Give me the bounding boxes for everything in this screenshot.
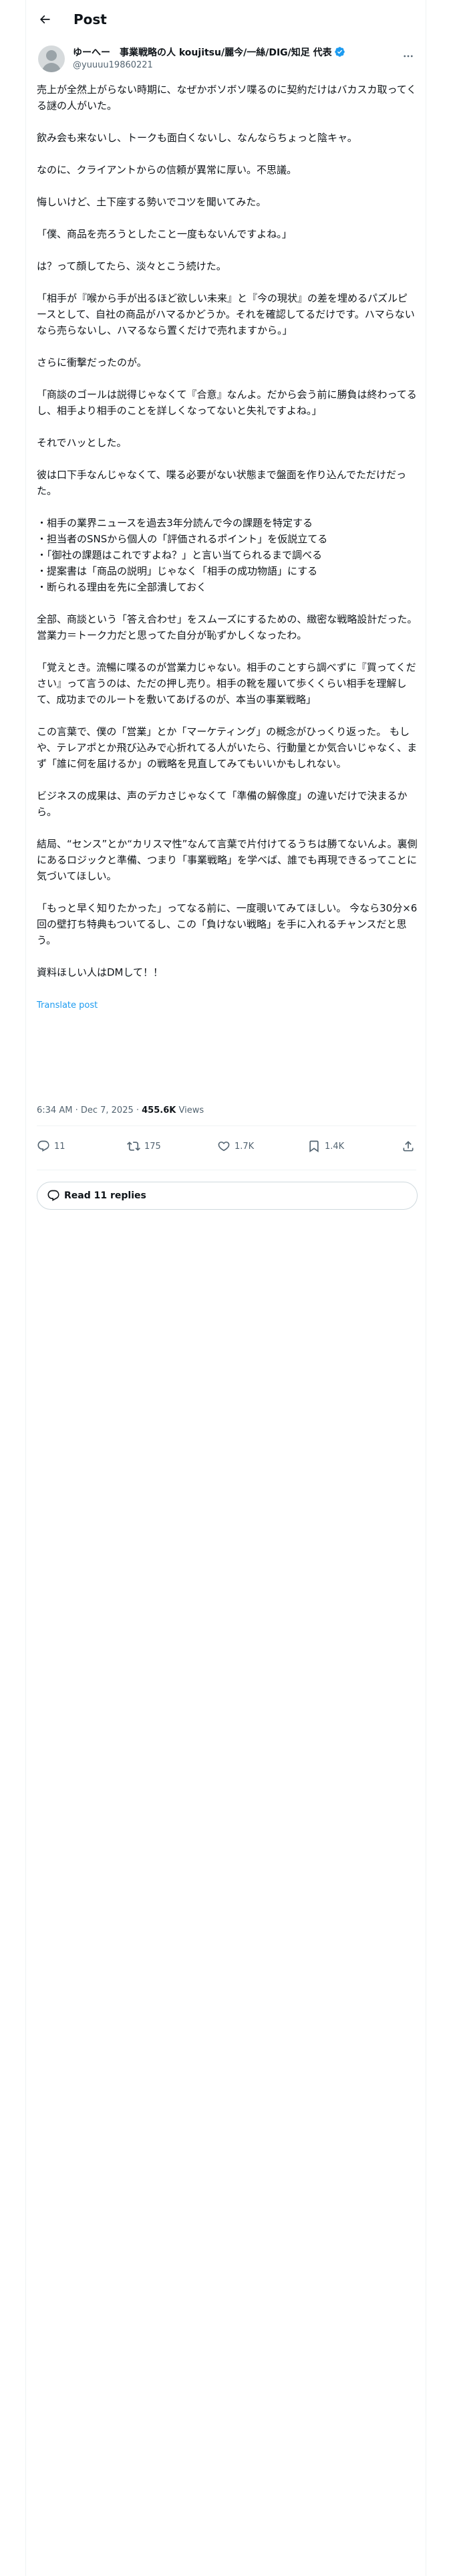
repost-icon — [127, 1142, 140, 1151]
author-name[interactable]: ゆーへー 事業戦略の人 koujitsu/麗今/一絲/DIG/知足 代表 — [73, 47, 332, 58]
avatar[interactable] — [38, 45, 65, 72]
like-button[interactable]: 1.7K — [217, 1140, 254, 1153]
post-paragraph: 「商談のゴールは説得じゃなくて『合意』なんよ。だから会う前に勝負は終わってるし、… — [37, 389, 417, 417]
back-button[interactable] — [34, 9, 55, 30]
reply-bubble-icon — [47, 1190, 59, 1202]
post-paragraph: は？って顔してたら、淡々とこう続けた。 — [37, 260, 227, 272]
timeline-column: Post ゆーへー 事業戦略の人 koujitsu/麗今/一絲/DIG/知足 代… — [25, 0, 426, 2576]
repost-button[interactable]: 175 — [127, 1140, 161, 1153]
post-paragraph: ビジネスの成果は、声のデカさじゃなくて「準備の解像度」の違いだけで決まるから。 — [37, 790, 408, 818]
bookmark-count: 1.4K — [325, 1141, 345, 1152]
post-paragraph: ・相手の業界ニュースを過去3年分読んで今の課題を特定する ・担当者のSNSから個… — [37, 517, 328, 593]
post-paragraph: この言葉で、僕の「営業」とか「マーケティング」の概念がひっくり返った。 もしや、… — [37, 726, 418, 770]
bookmark-icon — [309, 1140, 319, 1153]
post-paragraph: さらに衝撃だったのが。 — [37, 356, 147, 368]
post-paragraph: 「もっと早く知りたかった」ってなる前に、一度覗いてみてほしい。 今なら30分×6… — [37, 902, 418, 946]
page-title: Post — [73, 11, 107, 27]
post-paragraph: 結局、“センス”とか“カリスマ性”なんて言葉で片付けてるうちは勝てないんよ。裏側… — [37, 838, 418, 882]
bookmark-button[interactable]: 1.4K — [307, 1140, 344, 1153]
heart-icon — [218, 1142, 230, 1152]
reply-button[interactable]: 11 — [37, 1140, 65, 1153]
author-name-line[interactable]: ゆーへー 事業戦略の人 koujitsu/麗今/一絲/DIG/知足 代表 — [73, 46, 345, 59]
post-paragraph: 「相手が『喉から手が出るほど欲しい未来』と『今の現状』の差を埋めるパズルピースと… — [37, 292, 415, 336]
reply-count: 11 — [54, 1141, 65, 1152]
read-replies-button[interactable]: Read 11 replies — [37, 1182, 418, 1210]
post-paragraph: 「覚えとき。流暢に喋るのが営業力じゃない。相手のことすら調べずに『買ってください… — [37, 661, 416, 706]
post-paragraph: 資料ほしい人はDMして！！ — [37, 966, 164, 978]
back-arrow-icon — [39, 15, 50, 24]
post-paragraph: 悔しいけど、土下座する勢いでコツを聞いてみた。 — [37, 196, 267, 208]
read-replies-label: Read 11 replies — [64, 1190, 146, 1201]
post-paragraph: 売上が全然上がらない時期に、なぜかボソボソ喋るのに契約だけはバカスカ取ってくる謎… — [37, 84, 417, 112]
action-bar: 11 175 1.7K 1.4K — [37, 1136, 416, 1160]
repost-count: 175 — [144, 1141, 161, 1152]
post-paragraph: 彼は口下手なんじゃなくて、喋る必要がない状態まで盤面を作り込んでただけだった。 — [37, 469, 407, 497]
share-button[interactable] — [402, 1140, 419, 1153]
post-paragraph: 全部、商談という「答え合わせ」をスムーズにするための、緻密な戦略設計だった。 営… — [37, 613, 418, 641]
like-count: 1.7K — [235, 1141, 255, 1152]
more-button[interactable] — [400, 48, 416, 64]
divider — [37, 1125, 416, 1126]
post-paragraph: それでハッとした。 — [37, 437, 127, 449]
more-dots-icon — [404, 55, 413, 58]
author-handle[interactable]: @yuuuu19860221 — [73, 60, 153, 72]
post-paragraph: 「僕、商品を売ろうとしたこと一度もないんですよね。」 — [37, 228, 292, 240]
post-time[interactable]: 6:34 AM · Dec 7, 2025 · — [37, 1105, 142, 1115]
views-label: Views — [176, 1105, 204, 1115]
reply-icon — [37, 1140, 49, 1152]
post-header: Post — [26, 0, 427, 39]
post-paragraph: なのに、クライアントからの信頼が異常に厚い。不思議。 — [37, 164, 297, 176]
share-icon — [403, 1141, 414, 1152]
views-count: 455.6K — [142, 1105, 176, 1115]
post-meta: 6:34 AM · Dec 7, 2025 · 455.6K Views — [37, 1104, 204, 1117]
post-text: 売上が全然上がらない時期に、なぜかボソボソ喋るのに契約だけはバカスカ取ってくる謎… — [37, 82, 418, 1012]
verified-badge-icon — [334, 47, 345, 57]
translate-post-link[interactable]: Translate post — [37, 1000, 98, 1012]
author-row: ゆーへー 事業戦略の人 koujitsu/麗今/一絲/DIG/知足 代表 @yu… — [38, 45, 416, 75]
post-paragraph: 飲み会も来ないし、トークも面白くないし、なんならちょっと陰キャ。 — [37, 132, 357, 144]
